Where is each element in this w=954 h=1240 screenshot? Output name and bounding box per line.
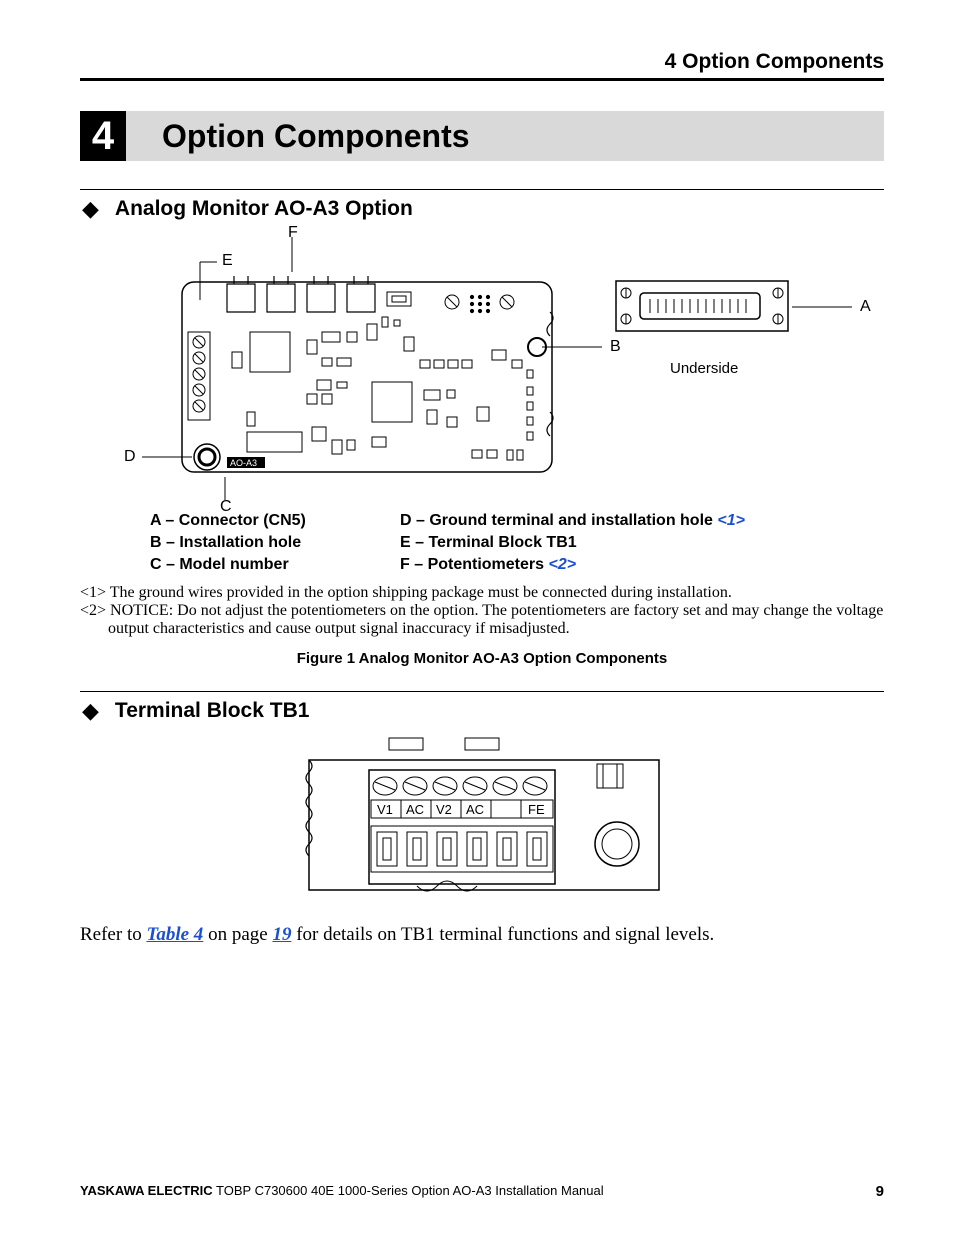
figure-board-diagram: AO-A3: [82, 232, 882, 502]
page-number: 9: [876, 1183, 884, 1200]
note-2: <2> NOTICE: Do not adjust the potentiome…: [80, 602, 884, 638]
figure-1-caption: Figure 1 Analog Monitor AO-A3 Option Com…: [80, 650, 884, 667]
link-table-4[interactable]: Table 4: [146, 924, 203, 945]
diamond-bullet-icon: ◆: [82, 698, 99, 724]
chapter-heading-bar: 4 Option Components: [80, 111, 884, 161]
section-terminal-block: ◆ Terminal Block TB1: [80, 691, 884, 724]
section-analog-monitor: ◆ Analog Monitor AO-A3 Option: [80, 189, 884, 222]
svg-text:AC: AC: [406, 802, 424, 817]
running-header: 4 Option Components: [80, 50, 884, 74]
callout-E: E: [222, 252, 233, 270]
callout-B: B: [610, 338, 621, 356]
header-rule: [80, 78, 884, 81]
legend-B: B – Installation hole: [150, 534, 400, 552]
legend-E: E – Terminal Block TB1: [400, 534, 577, 552]
callout-D: D: [124, 448, 136, 466]
legend-F: F – Potentiometers <2>: [400, 556, 576, 574]
legend-D-ref: <1>: [717, 512, 745, 529]
note-1: <1> The ground wires provided in the opt…: [80, 584, 884, 602]
svg-text:AC: AC: [466, 802, 484, 817]
terminal-block-diagram: V1 AC V2 AC FE: [297, 734, 667, 904]
legend-F-ref: <2>: [548, 556, 576, 573]
svg-text:V2: V2: [436, 802, 452, 817]
link-page-19[interactable]: 19: [272, 924, 291, 945]
body-paragraph: Refer to Table 4 on page 19 for details …: [80, 924, 884, 946]
callout-C: C: [220, 498, 232, 516]
legend-C: C – Model number: [150, 556, 400, 574]
diamond-bullet-icon: ◆: [82, 196, 99, 222]
callout-A: A: [860, 298, 871, 316]
chapter-number: 4: [80, 111, 126, 161]
callout-lines: [82, 232, 882, 502]
callout-F: F: [288, 224, 298, 242]
svg-text:V1: V1: [377, 802, 393, 817]
notes-block: <1> The ground wires provided in the opt…: [80, 584, 884, 638]
svg-text:FE: FE: [528, 802, 545, 817]
footer-doc-title: TOBP C730600 40E 1000-Series Option AO-A…: [213, 1183, 604, 1198]
page: 4 Option Components 4 Option Components …: [0, 0, 954, 1240]
figure-legend: A – Connector (CN5) D – Ground terminal …: [80, 512, 884, 574]
page-footer: YASKAWA ELECTRIC TOBP C730600 40E 1000-S…: [80, 1183, 884, 1200]
section-title: Terminal Block TB1: [115, 699, 310, 723]
underside-label: Underside: [670, 360, 738, 377]
section-title: Analog Monitor AO-A3 Option: [115, 197, 413, 221]
legend-A: A – Connector (CN5): [150, 512, 400, 530]
legend-D: D – Ground terminal and installation hol…: [400, 512, 745, 530]
footer-brand: YASKAWA ELECTRIC: [80, 1183, 213, 1198]
chapter-title: Option Components: [162, 118, 470, 155]
